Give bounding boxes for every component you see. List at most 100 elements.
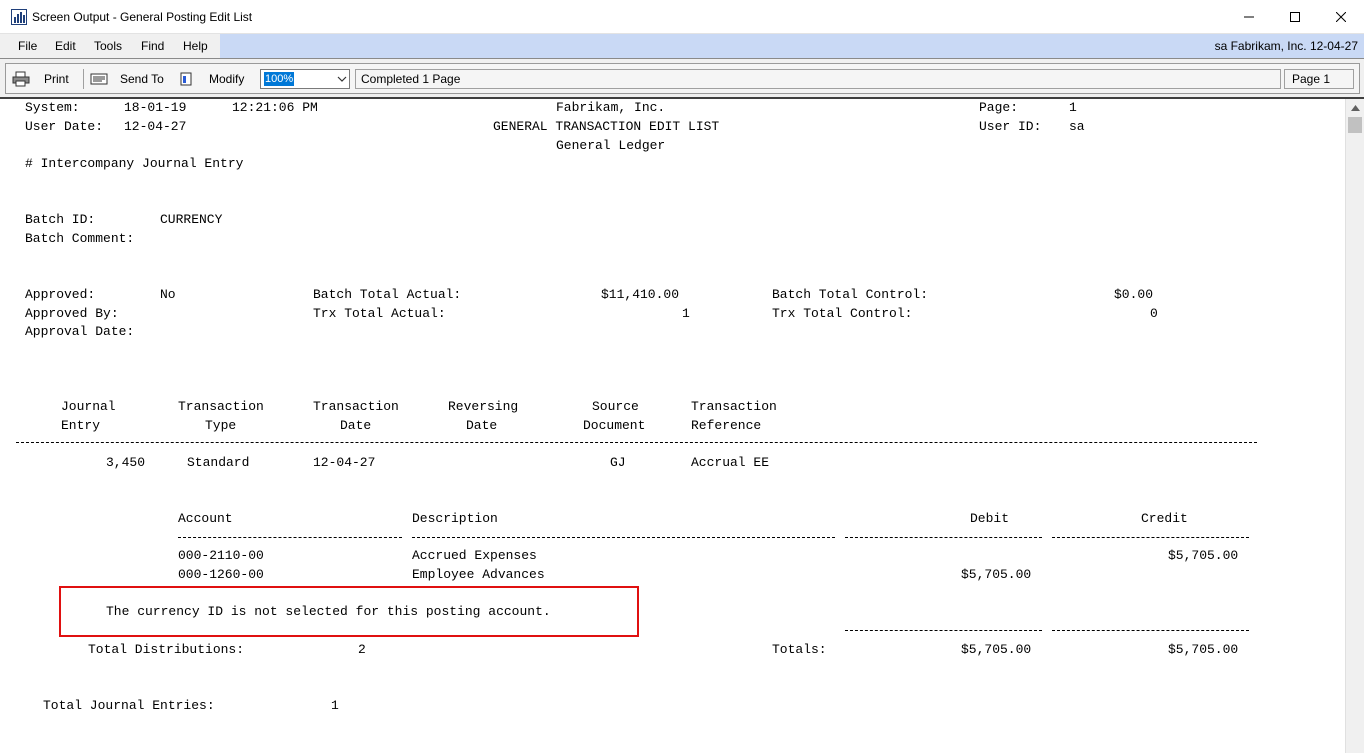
user-date: 12-04-27 xyxy=(124,119,187,134)
total-credit: $5,705.00 xyxy=(1168,642,1239,657)
total-journal-entries-label: Total Journal Entries: xyxy=(43,698,215,713)
close-button[interactable] xyxy=(1318,0,1364,34)
journal-entry-number: 3,450 xyxy=(106,455,146,470)
menu-find[interactable]: Find xyxy=(141,39,164,53)
vertical-scrollbar[interactable] xyxy=(1345,99,1364,753)
scroll-up-button[interactable] xyxy=(1346,99,1364,117)
menu-help[interactable]: Help xyxy=(183,39,208,53)
title-bar: Screen Output - General Posting Edit Lis… xyxy=(0,0,1364,34)
trx-total-control: 0 xyxy=(1150,306,1158,321)
system-time: 12:21:06 PM xyxy=(232,100,318,115)
page-label: Page: xyxy=(979,100,1019,115)
page-number: 1 xyxy=(1069,100,1077,115)
header-transaction-type-1: Transaction xyxy=(178,399,264,414)
menu-edit[interactable]: Edit xyxy=(55,39,76,53)
header-journal: Journal xyxy=(61,399,116,414)
approved-label: Approved: xyxy=(25,287,96,302)
total-journal-entries: 1 xyxy=(331,698,339,713)
report-title: GENERAL TRANSACTION EDIT LIST xyxy=(493,119,720,134)
dist-header-description: Description xyxy=(412,511,498,526)
window-title: Screen Output - General Posting Edit Lis… xyxy=(32,10,253,24)
user-company-date-status: sa Fabrikam, Inc. 12-04-27 xyxy=(1214,39,1358,53)
header-transaction-date-1: Transaction xyxy=(313,399,399,414)
total-distributions: 2 xyxy=(358,642,366,657)
user-id-label: User ID: xyxy=(979,119,1042,134)
header-rule xyxy=(16,442,1257,443)
chevron-down-icon xyxy=(337,76,347,82)
maximize-button[interactable] xyxy=(1272,0,1318,34)
batch-comment-label: Batch Comment: xyxy=(25,231,135,246)
total-distributions-label: Total Distributions: xyxy=(88,642,245,657)
transaction-type: Standard xyxy=(187,455,250,470)
dist-description: Employee Advances xyxy=(412,567,545,582)
dist-header-credit: Credit xyxy=(1141,511,1188,526)
minimize-icon xyxy=(1244,16,1254,18)
source-document: GJ xyxy=(610,455,626,470)
header-transaction-type-2: Type xyxy=(205,418,237,433)
approved-by-label: Approved By: xyxy=(25,306,119,321)
system-date: 18-01-19 xyxy=(124,100,187,115)
user-id: sa xyxy=(1069,119,1085,134)
trx-total-control-label: Trx Total Control: xyxy=(772,306,913,321)
scroll-thumb[interactable] xyxy=(1348,117,1362,133)
header-reference-1: Transaction xyxy=(691,399,777,414)
header-entry: Entry xyxy=(61,418,101,433)
trx-total-actual: 1 xyxy=(682,306,690,321)
print-label: Print xyxy=(44,71,69,86)
menu-bar: File Edit Tools Find Help sa Fabrikam, I… xyxy=(0,34,1364,58)
credit-total-rule xyxy=(1052,630,1249,631)
app-chart-icon xyxy=(11,9,27,25)
minimize-button[interactable] xyxy=(1226,0,1272,34)
maximize-icon xyxy=(1290,12,1300,22)
batch-total-control-label: Batch Total Control: xyxy=(772,287,929,302)
zoom-value: 100% xyxy=(264,72,295,86)
report-subtitle: General Ledger xyxy=(556,138,666,153)
section-title: # Intercompany Journal Entry xyxy=(25,156,244,171)
close-icon xyxy=(1336,12,1346,22)
header-reversing-date-1: Reversing xyxy=(448,399,519,414)
dist-credit: $5,705.00 xyxy=(1168,548,1239,563)
menu-file[interactable]: File xyxy=(18,39,37,53)
send-to-label: Send To xyxy=(120,71,164,86)
dist-account: 000-2110-00 xyxy=(178,548,264,563)
credit-rule xyxy=(1052,537,1249,538)
printer-icon xyxy=(12,71,30,86)
modify-icon xyxy=(180,72,192,85)
dist-description: Accrued Expenses xyxy=(412,548,537,563)
print-button[interactable]: Print xyxy=(12,64,69,93)
modify-label: Modify xyxy=(209,71,245,86)
dist-account: 000-1260-00 xyxy=(178,567,264,582)
send-to-icon xyxy=(90,73,108,84)
transaction-date: 12-04-27 xyxy=(313,455,376,470)
send-to-button[interactable]: Send To xyxy=(90,64,164,93)
menu-tools[interactable]: Tools xyxy=(94,39,122,53)
toolbar-strip: Print Send To Modify 100% Completed 1 Pa… xyxy=(5,63,1360,94)
batch-id-label: Batch ID: xyxy=(25,212,96,227)
dist-header-account: Account xyxy=(178,511,233,526)
header-reversing-date-2: Date xyxy=(466,418,498,433)
approved-value: No xyxy=(160,287,176,302)
approval-date-label: Approval Date: xyxy=(25,324,135,339)
batch-id: CURRENCY xyxy=(160,212,223,227)
toolbar-separator xyxy=(83,69,84,89)
header-transaction-date-2: Date xyxy=(340,418,372,433)
company-name: Fabrikam, Inc. xyxy=(556,100,666,115)
batch-total-control: $0.00 xyxy=(1114,287,1154,302)
render-status: Completed 1 Page xyxy=(355,69,1281,89)
zoom-select[interactable]: 100% xyxy=(260,69,350,89)
totals-label: Totals: xyxy=(772,642,827,657)
report-page: System: 18-01-19 12:21:06 PM Fabrikam, I… xyxy=(0,99,1345,753)
error-message: The currency ID is not selected for this… xyxy=(106,604,551,619)
modify-button[interactable]: Modify xyxy=(179,64,244,93)
header-source-1: Source xyxy=(592,399,639,414)
header-source-2: Document xyxy=(583,418,646,433)
header-reference-2: Reference xyxy=(691,418,762,433)
dist-debit: $5,705.00 xyxy=(961,567,1032,582)
toolbar: Print Send To Modify 100% Completed 1 Pa… xyxy=(0,58,1364,99)
batch-total-actual-label: Batch Total Actual: xyxy=(313,287,462,302)
chevron-up-icon xyxy=(1350,105,1360,111)
transaction-reference: Accrual EE xyxy=(691,455,770,470)
dist-header-debit: Debit xyxy=(970,511,1010,526)
description-rule xyxy=(412,537,835,538)
total-debit: $5,705.00 xyxy=(961,642,1032,657)
